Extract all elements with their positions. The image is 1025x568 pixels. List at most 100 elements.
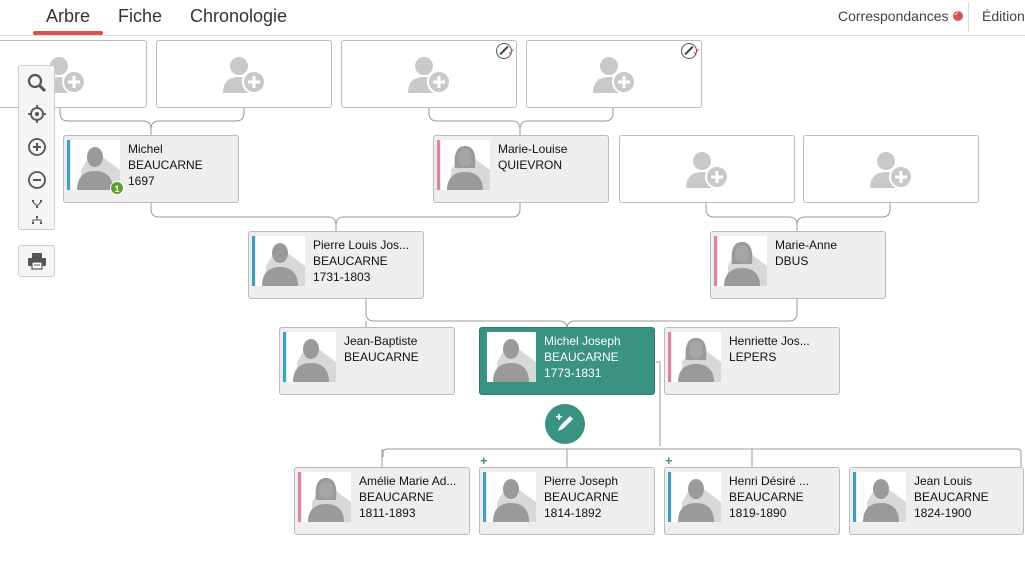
last-name: BEAUCARNE [914, 490, 989, 504]
add-person-icon [866, 148, 918, 192]
first-name: Jean Louis [914, 474, 973, 488]
first-name: Pierre Louis Jos... [313, 238, 410, 252]
female-indicator [668, 332, 671, 382]
notification-badge: 1 [110, 181, 124, 195]
last-name: BEAUCARNE [313, 254, 388, 268]
dates: 1814-1892 [544, 506, 602, 520]
edit-pencil-icon [556, 413, 573, 431]
first-name: Henriette Jos... [729, 334, 810, 348]
person-info: Pierre Joseph BEAUCARNE 1814-1892 [544, 473, 619, 521]
locate-icon [27, 105, 46, 123]
add-parent-card[interactable] [803, 135, 979, 203]
person-info: Jean-Baptiste BEAUCARNE [344, 333, 419, 365]
add-parent-card[interactable] [156, 40, 332, 108]
header-divider [968, 2, 969, 32]
person-info: Henriette Jos... LEPERS [729, 333, 810, 365]
collapse-tree-button[interactable] [19, 197, 54, 211]
male-indicator [252, 236, 255, 286]
dates: 1773-1831 [544, 366, 602, 380]
print-icon [27, 253, 46, 270]
search-icon [27, 73, 46, 93]
dates: 1819-1890 [729, 506, 787, 520]
correspondances-label: Correspondances [838, 8, 949, 24]
first-name: Michel [128, 142, 163, 156]
family-tree-canvas[interactable]: ✓ ✓ 1 Michel BEAUCARNE 1697 Marie-Louise… [0, 37, 1025, 568]
person-card-jean-louis[interactable]: Jean Louis BEAUCARNE 1824-1900 [849, 467, 1024, 535]
collapse-tree-icon [31, 200, 42, 208]
expand-tree-icon [31, 216, 42, 224]
top-bar: Arbre Fiche Chronologie Correspondances … [0, 0, 1025, 36]
person-info: Michel BEAUCARNE 1697 [128, 141, 203, 189]
check-icon: ✓ [507, 47, 516, 58]
person-card-amelie[interactable]: Amélie Marie Ad... BEAUCARNE 1811-1893 [294, 467, 470, 535]
person-card-michel[interactable]: 1 Michel BEAUCARNE 1697 [63, 135, 239, 203]
dates: 1697 [128, 174, 155, 188]
print-button[interactable] [18, 245, 55, 277]
first-name: Henri Désiré ... [729, 474, 810, 488]
locate-button[interactable] [19, 100, 54, 128]
last-name: BEAUCARNE [729, 490, 804, 504]
dates: 1731-1803 [313, 270, 371, 284]
tab-arbre[interactable]: Arbre [32, 6, 104, 35]
female-indicator [437, 140, 440, 190]
last-name: QUIEVRON [498, 158, 563, 172]
female-avatar-icon [718, 236, 767, 286]
add-child-plus-icon[interactable]: + [480, 453, 488, 468]
person-info: Marie-Louise QUIEVRON [498, 141, 567, 173]
person-info: Pierre Louis Jos... BEAUCARNE 1731-1803 [313, 237, 409, 285]
last-name: BEAUCARNE [128, 158, 203, 172]
male-avatar-icon [487, 472, 536, 522]
person-card-marie-louise[interactable]: Marie-Louise QUIEVRON [433, 135, 609, 203]
expand-tree-button[interactable] [19, 213, 54, 227]
person-card-pierre-joseph[interactable]: Pierre Joseph BEAUCARNE 1814-1892 [479, 467, 655, 535]
add-parent-card[interactable] [619, 135, 795, 203]
male-avatar-icon [672, 472, 721, 522]
person-info: Amélie Marie Ad... BEAUCARNE 1811-1893 [359, 473, 456, 521]
zoom-out-button[interactable] [19, 166, 54, 194]
person-card-henriette[interactable]: Henriette Jos... LEPERS [664, 327, 840, 395]
add-person-icon [219, 53, 271, 97]
person-card-henri-desire[interactable]: Henri Désiré ... BEAUCARNE 1819-1890 [664, 467, 840, 535]
add-person-icon [682, 148, 734, 192]
female-avatar-icon [441, 140, 490, 190]
female-avatar-icon [672, 332, 721, 382]
add-person-icon [404, 53, 456, 97]
person-info: Michel Joseph BEAUCARNE 1773-1831 [544, 333, 621, 381]
person-info: Henri Désiré ... BEAUCARNE 1819-1890 [729, 473, 809, 521]
add-person-icon [589, 53, 641, 97]
person-info: Jean Louis BEAUCARNE 1824-1900 [914, 473, 989, 521]
person-card-marie-anne[interactable]: Marie-Anne DBUS [710, 231, 886, 299]
first-name: Jean-Baptiste [344, 334, 418, 348]
male-avatar-icon [487, 332, 536, 382]
person-card-pierre-louis[interactable]: Pierre Louis Jos... BEAUCARNE 1731-1803 [248, 231, 424, 299]
dates: 1824-1900 [914, 506, 972, 520]
tree-toolbar [18, 65, 55, 230]
tab-chronologie[interactable]: Chronologie [190, 6, 287, 27]
person-card-michel-joseph-selected[interactable]: Michel Joseph BEAUCARNE 1773-1831 [479, 327, 655, 395]
check-icon: ✓ [692, 47, 701, 58]
last-name: DBUS [775, 254, 809, 268]
zoom-in-icon [27, 138, 46, 156]
search-button[interactable] [19, 69, 54, 97]
male-avatar-icon [857, 472, 906, 522]
edit-person-button[interactable] [545, 404, 585, 444]
female-indicator [714, 236, 717, 286]
first-name: Pierre Joseph [544, 474, 619, 488]
last-name: BEAUCARNE [544, 350, 619, 364]
female-avatar-icon [302, 472, 351, 522]
first-name: Marie-Louise [498, 142, 568, 156]
first-name: Marie-Anne [775, 238, 838, 252]
person-info: Marie-Anne DBUS [775, 237, 837, 269]
male-avatar-icon [287, 332, 336, 382]
add-parent-card[interactable]: ✓ [341, 40, 517, 108]
zoom-out-icon [27, 171, 46, 189]
add-child-plus-icon[interactable]: + [665, 453, 673, 468]
add-parent-card[interactable]: ✓ [526, 40, 702, 108]
zoom-in-button[interactable] [19, 133, 54, 161]
male-indicator [67, 140, 70, 190]
male-indicator [483, 472, 486, 522]
tab-fiche[interactable]: Fiche [118, 6, 162, 27]
person-card-jean-baptiste[interactable]: Jean-Baptiste BEAUCARNE [279, 327, 455, 395]
correspondances-link[interactable]: Correspondances [838, 8, 963, 24]
edition-link[interactable]: Édition [982, 8, 1025, 24]
